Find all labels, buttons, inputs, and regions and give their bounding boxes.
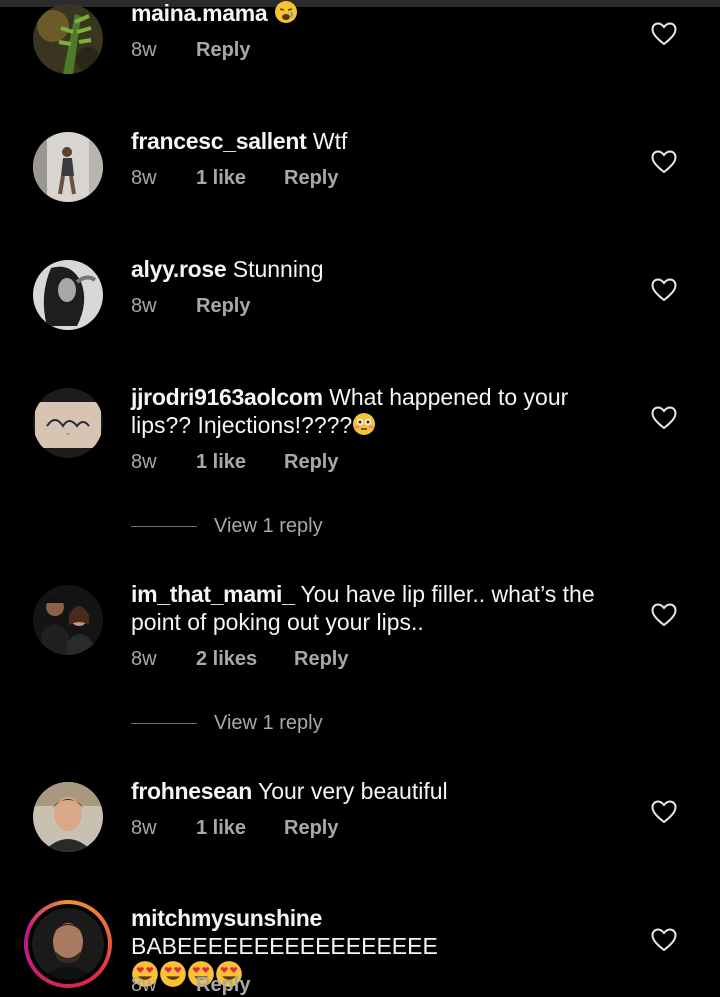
comment-body: Your very beautiful: [257, 778, 448, 804]
username[interactable]: im_that_mami_: [131, 581, 295, 607]
comment-text: francesc_sallent Wtf: [131, 127, 631, 155]
timestamp: 8w: [131, 817, 157, 839]
like-heart-icon[interactable]: [651, 800, 677, 824]
timestamp: 8w: [131, 39, 157, 61]
username[interactable]: francesc_sallent: [131, 128, 307, 154]
timestamp: 8w: [131, 648, 157, 670]
username[interactable]: mitchmysunshine: [131, 905, 322, 931]
divider-line: [131, 723, 197, 724]
comment-text: im_that_mami_ You have lip filler.. what…: [131, 580, 631, 636]
username[interactable]: alyy.rose: [131, 256, 227, 282]
comment-text: frohnesean Your very beautiful: [131, 777, 631, 805]
like-heart-icon[interactable]: [651, 928, 677, 952]
reply-button[interactable]: Reply: [196, 294, 250, 318]
avatar[interactable]: [33, 260, 103, 330]
timestamp: 8w: [131, 295, 157, 317]
like-heart-icon[interactable]: [651, 278, 677, 302]
avatar[interactable]: [33, 132, 103, 202]
comment-body: Stunning: [232, 256, 324, 282]
view-replies-label[interactable]: View 1 reply: [214, 514, 323, 538]
timestamp: 8w: [131, 974, 157, 996]
like-heart-icon[interactable]: [651, 150, 677, 174]
likes-count[interactable]: 1 like: [196, 166, 246, 190]
flushed-face-emoji: [352, 412, 376, 442]
likes-count[interactable]: 1 like: [196, 816, 246, 840]
username[interactable]: frohnesean: [131, 778, 252, 804]
timestamp: 8w: [131, 167, 157, 189]
reply-button[interactable]: Reply: [196, 38, 250, 62]
avatar[interactable]: [33, 585, 103, 655]
timestamp: 8w: [131, 451, 157, 473]
divider-line: [131, 526, 197, 527]
heart-eyes-face-emoji: [159, 960, 187, 994]
reply-button[interactable]: Reply: [284, 450, 338, 474]
reply-button[interactable]: Reply: [196, 973, 250, 997]
reply-button[interactable]: Reply: [294, 647, 348, 671]
like-heart-icon[interactable]: [651, 22, 677, 46]
username[interactable]: maina.mama: [131, 0, 268, 26]
like-heart-icon[interactable]: [651, 603, 677, 627]
avatar[interactable]: [33, 4, 103, 74]
comment-text: jjrodri9163aolcom What happened to your …: [131, 383, 631, 442]
comment-text: alyy.rose Stunning: [131, 255, 631, 283]
avatar[interactable]: ~: [33, 388, 103, 458]
like-heart-icon[interactable]: [651, 406, 677, 430]
weary-face-emoji: [274, 0, 298, 30]
avatar[interactable]: [33, 782, 103, 852]
likes-count[interactable]: 1 like: [196, 450, 246, 474]
reply-button[interactable]: Reply: [284, 816, 338, 840]
comment-body: Wtf: [312, 128, 348, 154]
story-ring-avatar[interactable]: [24, 900, 112, 988]
likes-count[interactable]: 2 likes: [196, 647, 257, 671]
comment-text: maina.mama: [131, 0, 631, 30]
avatar[interactable]: [32, 908, 104, 980]
reply-button[interactable]: Reply: [284, 166, 338, 190]
view-replies-label[interactable]: View 1 reply: [214, 711, 323, 735]
comment-body: BABEEEEEEEEEEEEEEEEE: [131, 933, 438, 959]
username[interactable]: jjrodri9163aolcom: [131, 384, 323, 410]
svg-text:~: ~: [66, 432, 70, 438]
